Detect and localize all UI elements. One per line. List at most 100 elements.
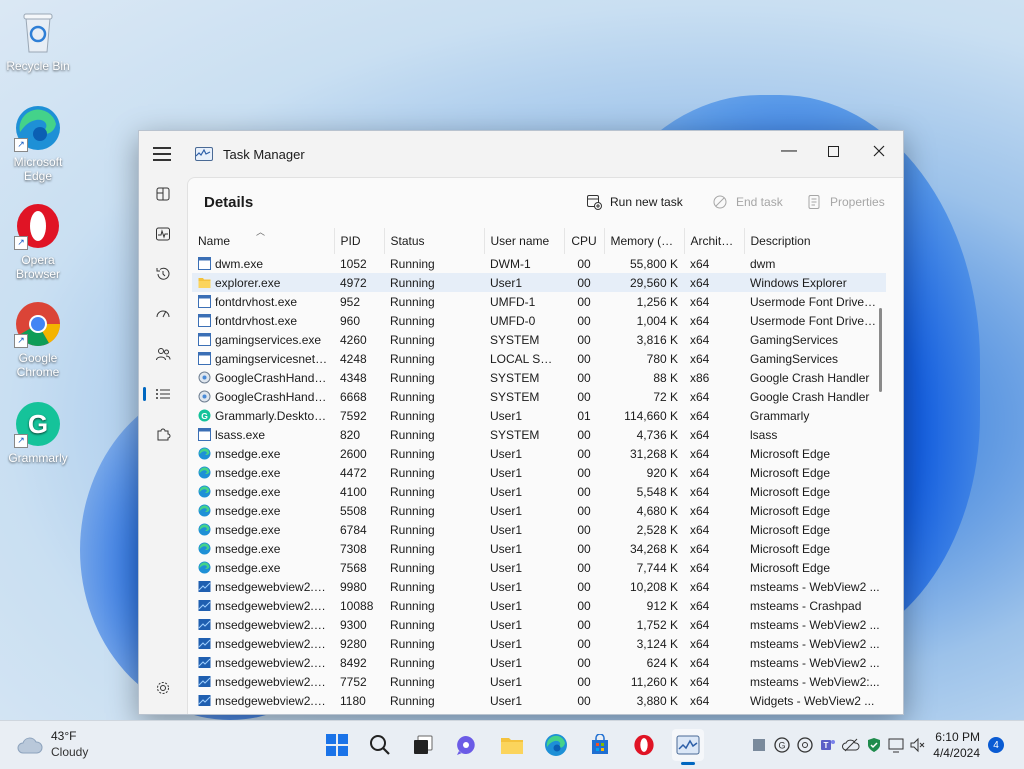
window-process-icon [198,332,215,347]
cell-description: dwm [750,256,776,271]
window-process-icon [198,313,215,328]
table-row[interactable]: msedge.exe 7568 Running User1 00 7,744 K x64 Mi… [192,558,886,577]
tray-chrome[interactable] [796,736,814,754]
nav-startup-apps[interactable] [147,300,179,328]
run-new-task-button[interactable]: Run new task [586,188,683,216]
column-header-description[interactable]: Description [744,228,886,254]
column-header-cpu[interactable]: CPU [564,228,605,254]
folder-process-icon [198,276,215,290]
performance-icon [156,227,170,241]
table-row[interactable]: msedgewebview2.exe 9300 Running User1 00 1,75… [192,615,886,634]
edge-taskbar-button[interactable] [540,729,572,761]
table-row[interactable]: dwm.exe 1052 Running DWM-1 00 55,800 K x64 dwm [192,254,886,273]
table-row[interactable]: lsass.exe 820 Running SYSTEM 00 4,736 K x64 lsa… [192,425,886,444]
cell-user-name: User1 [490,579,523,594]
tray-network[interactable] [888,736,906,754]
table-row[interactable]: GoogleCrashHandler... 6668 Running SYSTEM 00… [192,387,886,406]
desktop-icon-chrome[interactable]: ↗ Google Chrome [4,300,72,379]
cell-user-name: User1 [490,674,523,689]
table-row[interactable]: G Grammarly.Desktop.... 7592 Running User1 01… [192,406,886,425]
store-icon [592,734,608,754]
table-row[interactable]: msedgewebview2.exe 7752 Running User1 00 11,2… [192,672,886,691]
nav-app-history[interactable] [147,260,179,288]
webview-process-icon [198,599,215,613]
tray-grammarly[interactable]: G [773,736,791,754]
cell-memory: 780 K [646,351,678,366]
column-header-memory[interactable]: Memory (a... [604,228,685,254]
cell-status: Running [390,256,435,271]
cell-architecture: x64 [690,294,710,309]
vertical-scrollbar[interactable] [879,308,882,392]
cell-cpu: 00 [577,256,591,271]
nav-settings[interactable] [147,674,179,702]
table-row[interactable]: msedge.exe 4100 Running User1 00 5,548 K x64 Mi… [192,482,886,501]
tray-onedrive[interactable] [842,736,860,754]
desktop-icon-grammarly[interactable]: G ↗ Grammarly [4,400,72,465]
table-row[interactable]: msedge.exe 5508 Running User1 00 4,680 K x64 Mi… [192,501,886,520]
column-header-pid[interactable]: PID [334,228,385,254]
desktop-icon-label: Recycle Bin [6,59,70,73]
cell-user-name: SYSTEM [490,427,540,442]
table-row[interactable]: msedgewebview2.exe 10088 Running User1 00 912… [192,596,886,615]
close-button[interactable] [859,137,899,165]
cell-description: Grammarly [750,408,810,423]
desktop-icon-edge[interactable]: ↗ Microsoft Edge [4,104,72,183]
store-button[interactable] [584,729,616,761]
nav-processes[interactable] [147,180,179,208]
details-page: Details Run new task End task Properties [187,177,903,714]
clock-time[interactable]: 6:10 PM [935,730,980,744]
edge-process-icon [198,447,215,461]
table-row[interactable]: gamingservicesnet.e... 4248 Running LOCAL S… [192,349,886,368]
start-button[interactable] [321,729,353,761]
column-header-architecture[interactable]: Archite... [684,228,745,254]
table-row[interactable]: GoogleCrashHandler... 4348 Running SYSTEM 00… [192,368,886,387]
column-header-user-name[interactable]: User name [484,228,565,254]
table-row[interactable]: msedge.exe 2600 Running User1 00 31,268 K x64 M… [192,444,886,463]
cell-description: msteams - WebView2 ... [750,655,880,670]
cell-name: msedgewebview2.exe [192,672,334,691]
table-row[interactable]: msedgewebview2.exe 9980 Running User1 00 10,2… [192,577,886,596]
weather-widget[interactable] [14,729,46,761]
desktop-icon-recycle-bin[interactable]: Recycle Bin [4,8,72,73]
nav-users[interactable] [147,340,179,368]
tray-teams[interactable]: T [819,736,837,754]
maximize-button[interactable] [813,137,853,165]
task-manager-taskbar-button[interactable] [672,729,704,765]
table-row[interactable]: msedge.exe 6784 Running User1 00 2,528 K x64 Mi… [192,520,886,539]
properties-button[interactable]: Properties [806,188,885,216]
tray-volume[interactable] [908,736,926,754]
table-row[interactable]: fontdrvhost.exe 952 Running UMFD-1 00 1,256 K… [192,292,886,311]
nav-performance[interactable] [147,220,179,248]
tray-app-icon[interactable] [750,736,768,754]
column-header-name[interactable]: ︿ Name [192,228,335,254]
minimize-button[interactable]: — [769,137,809,165]
table-row[interactable]: msedgewebview2.exe 8492 Running User1 00 624 … [192,653,886,672]
title-bar[interactable]: Task Manager — [139,131,903,175]
nav-details[interactable] [143,380,179,408]
table-row[interactable]: msedge.exe 7308 Running User1 00 34,268 K x64 M… [192,539,886,558]
cell-architecture: x64 [690,256,710,271]
clock-date[interactable]: 4/4/2024 [933,746,980,760]
table-row[interactable]: msedgewebview2.exe 9280 Running User1 00 3,12… [192,634,886,653]
column-header-status[interactable]: Status [384,228,485,254]
tray-security[interactable] [865,736,883,754]
task-view-button[interactable] [407,729,439,761]
opera-taskbar-button[interactable] [628,729,660,761]
grammarly-tray-icon: G [774,737,790,753]
desktop-icon-opera[interactable]: ↗ Opera Browser [4,202,72,281]
table-row[interactable]: gamingservices.exe 4260 Running SYSTEM 00 3,8… [192,330,886,349]
chat-button[interactable] [450,729,482,761]
end-task-button[interactable]: End task [712,188,783,216]
gear-process-icon [198,371,215,385]
table-row[interactable]: fontdrvhost.exe 960 Running UMFD-0 00 1,004 K… [192,311,886,330]
search-button[interactable] [364,729,396,761]
cell-cpu: 00 [577,503,591,518]
cell-memory: 29,560 K [604,273,684,292]
file-explorer-button[interactable] [496,729,528,761]
table-row[interactable]: msedgewebview2.exe 1180 Running User1 00 3,88… [192,691,886,710]
table-row[interactable]: msedge.exe 4472 Running User1 00 920 K x64 Micr… [192,463,886,482]
table-row[interactable]: explorer.exe 4972 Running User1 00 29,560 Kx6… [192,273,886,292]
nav-services[interactable] [147,420,179,448]
hamburger-menu-icon[interactable] [153,147,171,161]
notification-badge[interactable]: 4 [988,737,1004,753]
